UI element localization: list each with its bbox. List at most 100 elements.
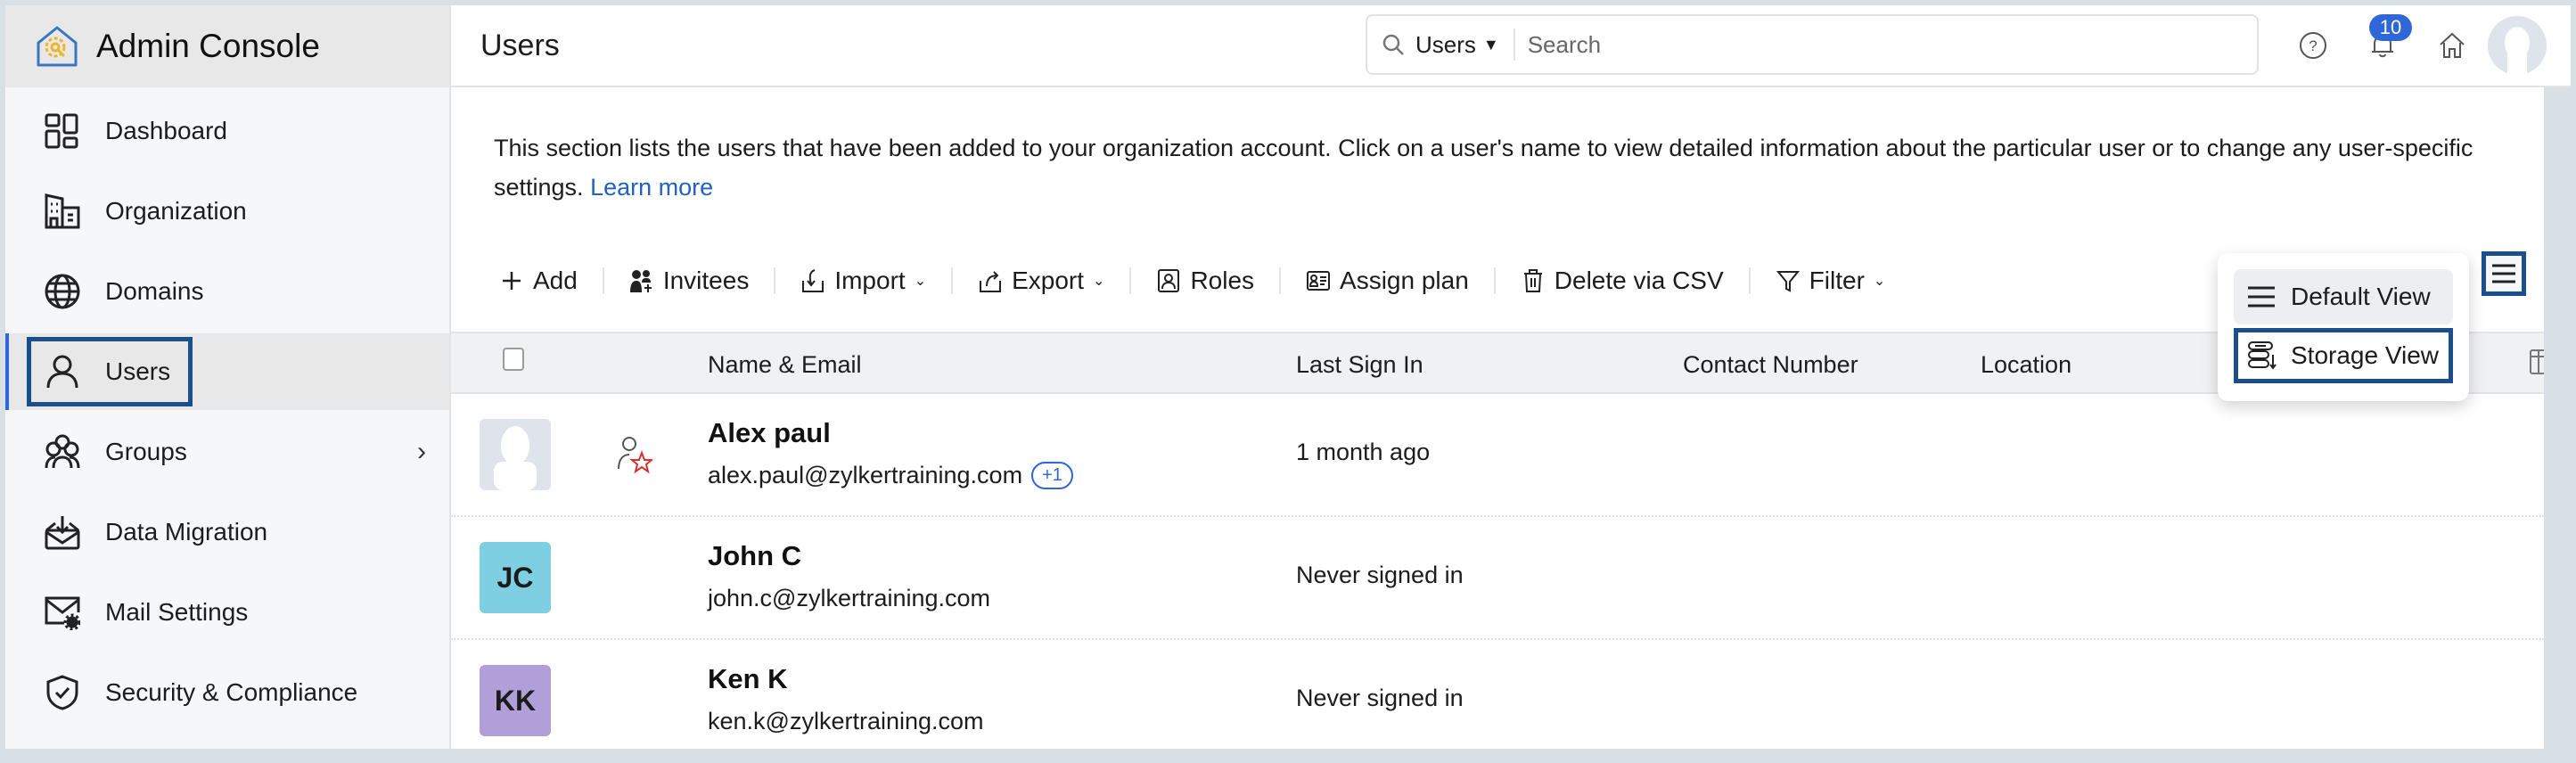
scrollbar-track[interactable] (2544, 87, 2571, 749)
chevron-down-icon: ⌄ (1093, 274, 1105, 289)
menu-item-default-view[interactable]: Default View (2234, 269, 2453, 324)
invitees-icon (629, 268, 654, 293)
avatar: KK (480, 665, 551, 736)
email-text: john.c@zylkertraining.com (708, 585, 991, 611)
plus-icon (499, 268, 524, 293)
sidebar-item-users[interactable]: Users (5, 333, 449, 410)
trash-icon (1521, 268, 1546, 293)
learn-more-link[interactable]: Learn more (590, 174, 713, 201)
list-icon (2248, 286, 2275, 308)
mail-download-icon (43, 513, 82, 552)
sidebar-item-mail-settings[interactable]: Mail Settings (5, 574, 449, 651)
building-icon (43, 192, 82, 231)
invitees-button[interactable]: Invitees (624, 267, 755, 295)
caret-down-icon: ▼ (1482, 35, 1499, 53)
table-row[interactable]: Alex paul alex.paul@zylkertraining.com +… (451, 394, 2544, 517)
add-button[interactable]: Add (494, 267, 583, 295)
user-email: alex.paul@zylkertraining.com +1 (708, 462, 1073, 489)
top-header: Users Users ▼ ? 10 (451, 5, 2571, 87)
highlight-box (27, 337, 193, 406)
divider (1129, 267, 1132, 294)
column-header-location[interactable]: Location (1981, 351, 2071, 379)
view-toggle-button[interactable] (2482, 251, 2526, 296)
storage-icon (2248, 341, 2277, 370)
chevron-down-icon: ⌄ (914, 274, 927, 289)
user-name[interactable]: Alex paul (708, 417, 831, 449)
mail-gear-icon (43, 593, 82, 632)
sidebar-item-label: Dashboard (105, 117, 227, 144)
view-menu-popup: Default View Storage View (2218, 253, 2469, 401)
shield-check-icon (43, 673, 82, 712)
search-scope-label: Users (1415, 30, 1476, 58)
dashboard-icon (43, 111, 82, 151)
import-label: Import (834, 267, 906, 294)
last-sign-in: Never signed in (1296, 685, 1464, 711)
column-header-last-sign-in[interactable]: Last Sign In (1296, 351, 1423, 379)
last-sign-in: 1 month ago (1296, 439, 1431, 465)
export-icon (978, 268, 1003, 293)
menu-item-storage-view[interactable]: Storage View (2234, 328, 2453, 383)
export-dropdown[interactable]: Export ⌄ (972, 267, 1110, 295)
sidebar-item-security-compliance[interactable]: Security & Compliance (5, 654, 449, 731)
svg-text:?: ? (2309, 37, 2317, 54)
sidebar-item-label: Mail Settings (105, 598, 249, 626)
menu-item-label: Default View (2291, 283, 2431, 310)
search-bar: Users ▼ (1366, 14, 2259, 75)
sidebar-item-label: Data Migration (105, 518, 268, 546)
super-admin-icon (618, 437, 652, 474)
delete-via-csv-button[interactable]: Delete via CSV (1515, 267, 1729, 295)
sidebar-item-data-migration[interactable]: Data Migration (5, 494, 449, 570)
delete-via-csv-label: Delete via CSV (1554, 267, 1724, 294)
sidebar-item-label: Organization (105, 197, 247, 225)
app-title: Admin Console (96, 28, 320, 64)
filter-dropdown[interactable]: Filter ⌄ (1770, 267, 1891, 295)
avatar (480, 419, 551, 490)
email-text: alex.paul@zylkertraining.com (708, 462, 1023, 488)
roles-label: Roles (1190, 267, 1255, 294)
export-label: Export (1012, 267, 1085, 294)
page-title: Users (480, 29, 560, 62)
search-scope-dropdown[interactable]: Users ▼ (1415, 31, 1499, 59)
chevron-down-icon: ⌄ (1873, 274, 1886, 289)
admin-console-logo-icon (37, 26, 78, 67)
sidebar-item-groups[interactable]: Groups › (5, 414, 449, 490)
group-icon (43, 432, 82, 472)
assign-plan-button[interactable]: Assign plan (1300, 267, 1474, 295)
sidebar-item-label: Domains (105, 277, 204, 305)
roles-icon (1156, 268, 1181, 293)
home-icon[interactable] (2437, 30, 2467, 61)
divider (602, 267, 604, 294)
sidebar-item-domains[interactable]: Domains (5, 253, 449, 330)
sidebar-item-dashboard[interactable]: Dashboard (5, 93, 449, 169)
table-row[interactable]: JC John C john.c@zylkertraining.com Neve… (451, 517, 2544, 640)
avatar: JC (480, 542, 551, 613)
divider (774, 267, 776, 294)
sidebar: Admin Console Dashboard Organization Dom… (5, 5, 451, 749)
select-all-checkbox[interactable] (503, 348, 524, 371)
column-header-contact-number[interactable]: Contact Number (1683, 351, 1858, 379)
import-icon (800, 268, 825, 293)
chevron-right-icon[interactable]: › (417, 437, 426, 467)
user-email: ken.k@zylkertraining.com (708, 708, 984, 735)
menu-item-label: Storage View (2291, 341, 2440, 369)
user-name[interactable]: Ken K (708, 663, 788, 695)
search-input[interactable] (1527, 30, 2258, 59)
divider (1493, 267, 1496, 294)
table-row[interactable]: KK Ken K ken.k@zylkertraining.com Never … (451, 640, 2544, 763)
toolbar: Add Invitees Import ⌄ Export ⌄ Roles Ass… (494, 260, 1891, 301)
extra-emails-badge[interactable]: +1 (1031, 462, 1073, 489)
import-dropdown[interactable]: Import ⌄ (795, 267, 931, 295)
sidebar-item-organization[interactable]: Organization (5, 173, 449, 250)
user-email: john.c@zylkertraining.com (708, 585, 990, 612)
help-icon[interactable]: ? (2298, 30, 2328, 61)
last-sign-in: Never signed in (1296, 562, 1464, 588)
profile-avatar[interactable] (2488, 16, 2547, 75)
column-header-name-email[interactable]: Name & Email (708, 351, 862, 379)
divider (1279, 267, 1282, 294)
app-frame: Admin Console Dashboard Organization Dom… (5, 5, 2571, 749)
assign-plan-label: Assign plan (1340, 267, 1469, 294)
roles-button[interactable]: Roles (1151, 267, 1259, 295)
sidebar-item-label: Groups (105, 438, 187, 465)
globe-icon (43, 272, 82, 311)
user-name[interactable]: John C (708, 540, 801, 572)
